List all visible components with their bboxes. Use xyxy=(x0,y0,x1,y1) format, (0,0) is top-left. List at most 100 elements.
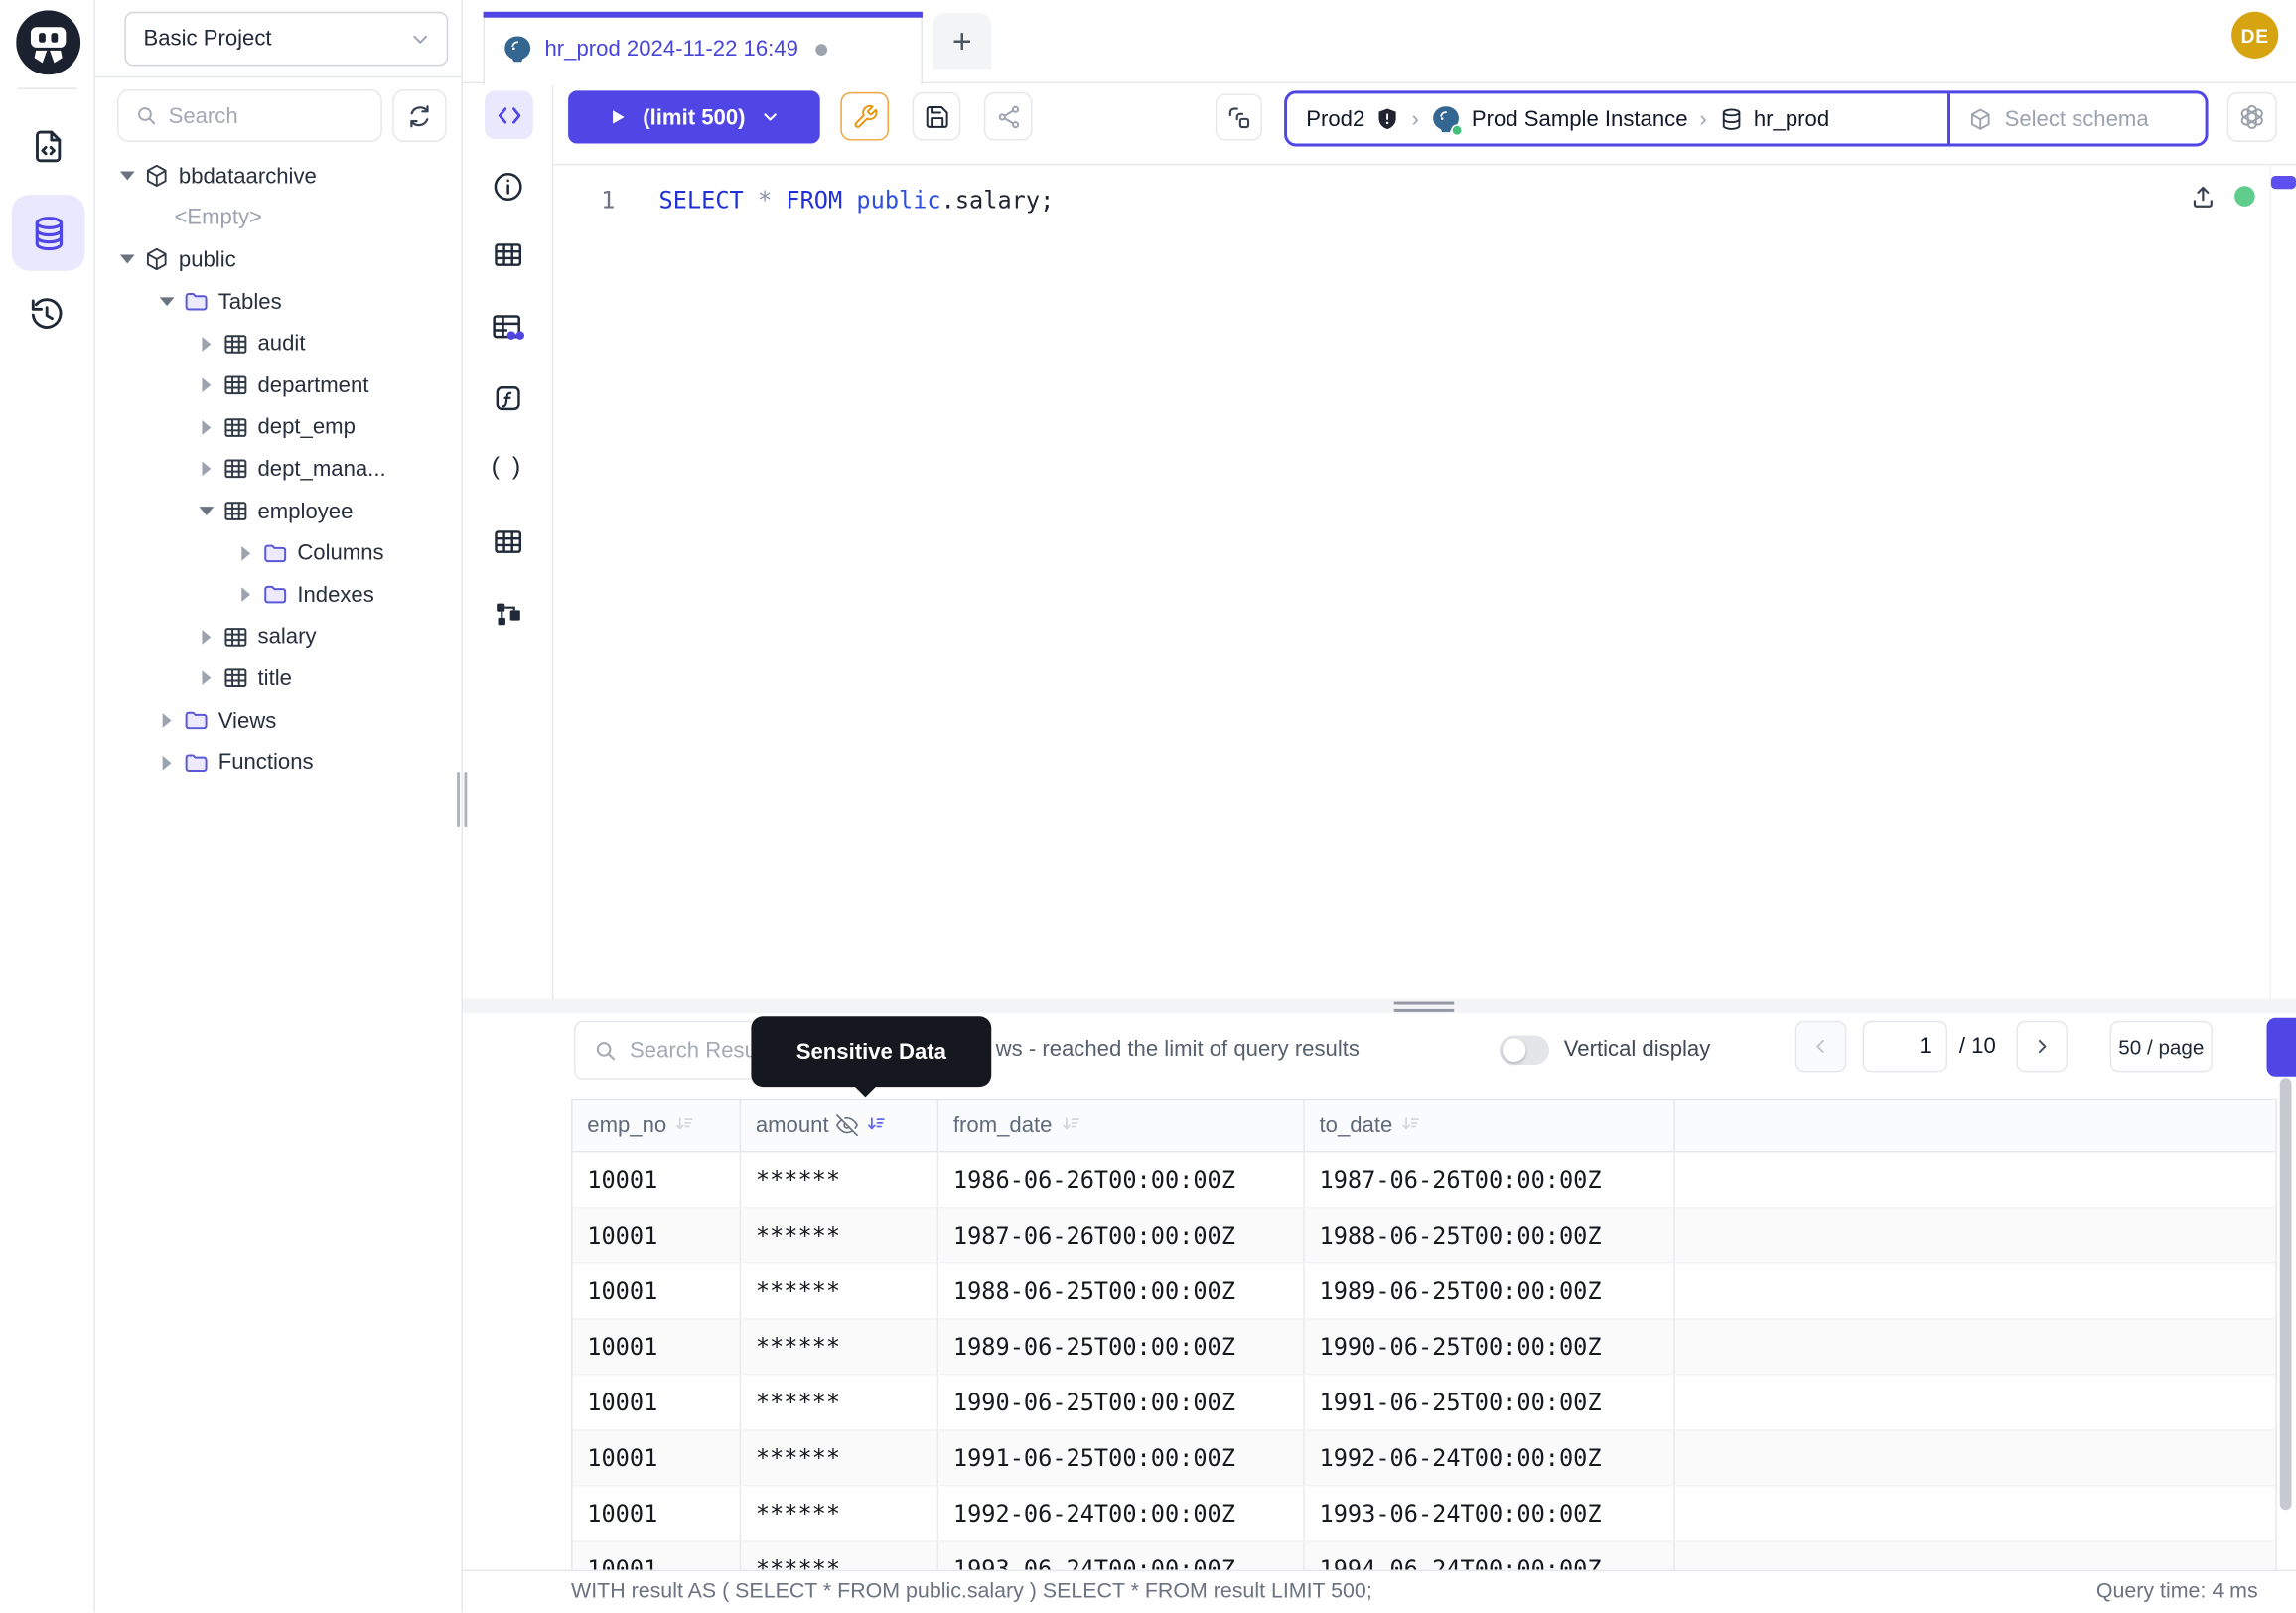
sidebar-resize-handle[interactable] xyxy=(457,772,467,827)
table-cell[interactable]: 10001 xyxy=(573,1263,742,1318)
table-row[interactable]: 10001******1986-06-26T00:00:00Z1987-06-2… xyxy=(573,1152,2276,1208)
tree-caret-icon[interactable] xyxy=(195,416,218,440)
table-cell[interactable]: 1987-06-26T00:00:00Z xyxy=(1305,1152,1675,1207)
tab-hr-prod[interactable]: hr_prod 2024-11-22 16:49 xyxy=(484,12,923,85)
table-cell[interactable]: ****** xyxy=(741,1320,938,1375)
table-cell[interactable]: 1994-06-24T00:00:00Z xyxy=(1305,1542,1675,1570)
table-cell[interactable]: 10001 xyxy=(573,1376,742,1430)
info-panel-button[interactable] xyxy=(491,170,524,204)
sort-icon[interactable] xyxy=(1060,1114,1081,1136)
table-cell[interactable]: 1991-06-25T00:00:00Z xyxy=(938,1431,1305,1486)
table-cell[interactable]: 1991-06-25T00:00:00Z xyxy=(1305,1376,1675,1430)
next-page-button[interactable] xyxy=(2016,1021,2068,1073)
table-cell[interactable]: ****** xyxy=(741,1152,938,1207)
sql-code-line[interactable]: SELECT * FROM public.salary; xyxy=(659,182,1055,220)
table-cell[interactable]: 10001 xyxy=(573,1208,742,1262)
table-cell[interactable]: 1993-06-24T00:00:00Z xyxy=(1305,1487,1675,1541)
rail-item-databases[interactable] xyxy=(12,195,85,271)
table-cell[interactable]: 10001 xyxy=(573,1320,742,1375)
column-header[interactable]: amount xyxy=(741,1100,938,1151)
share-button[interactable] xyxy=(984,92,1033,141)
batch-connection-button[interactable] xyxy=(1216,93,1262,140)
table-cell[interactable]: 1989-06-25T00:00:00Z xyxy=(1305,1263,1675,1318)
table-cell[interactable]: 1986-06-26T00:00:00Z xyxy=(938,1152,1305,1207)
tree-item[interactable]: department xyxy=(95,365,462,406)
tree-item[interactable]: Functions xyxy=(95,742,462,784)
sort-icon[interactable] xyxy=(865,1114,887,1136)
table-cell[interactable]: 1993-06-24T00:00:00Z xyxy=(938,1542,1305,1570)
table-cell[interactable]: 10001 xyxy=(573,1152,742,1207)
page-number-field[interactable] xyxy=(1864,1022,1946,1071)
sql-editor[interactable]: 1 SELECT * FROM public.salary; xyxy=(553,166,2296,999)
connection-path[interactable]: Prod2 › xyxy=(1287,93,1947,143)
tree-item[interactable]: dept_emp xyxy=(95,406,462,448)
page-number-input[interactable] xyxy=(1863,1021,1948,1073)
external-tables-panel-button[interactable] xyxy=(492,525,523,557)
table-cell[interactable]: 1987-06-26T00:00:00Z xyxy=(938,1208,1305,1262)
results-scrollbar[interactable] xyxy=(2280,1078,2292,1510)
table-row[interactable]: 10001******1988-06-25T00:00:00Z1989-06-2… xyxy=(573,1263,2276,1319)
table-cell[interactable]: 1989-06-25T00:00:00Z xyxy=(938,1320,1305,1375)
table-cell[interactable]: 1992-06-24T00:00:00Z xyxy=(938,1487,1305,1541)
run-query-button[interactable]: (limit 500) xyxy=(568,90,820,143)
schema-diagram-button[interactable] xyxy=(492,598,523,630)
prev-page-button[interactable] xyxy=(1795,1021,1847,1073)
tree-item[interactable]: Tables xyxy=(95,281,462,323)
code-panel-button[interactable] xyxy=(485,90,533,139)
table-cell[interactable]: 1992-06-24T00:00:00Z xyxy=(1305,1431,1675,1486)
table-cell[interactable]: ****** xyxy=(741,1431,938,1486)
table-cell[interactable]: 1990-06-25T00:00:00Z xyxy=(938,1376,1305,1430)
sensitive-data-panel-button[interactable] xyxy=(490,311,524,346)
table-cell[interactable]: ****** xyxy=(741,1263,938,1318)
tree-item[interactable]: employee xyxy=(95,491,462,532)
rail-item-history[interactable] xyxy=(28,296,66,334)
tree-item[interactable]: public xyxy=(95,239,462,281)
tree-item[interactable]: audit xyxy=(95,323,462,365)
table-row[interactable]: 10001******1990-06-25T00:00:00Z1991-06-2… xyxy=(573,1376,2276,1431)
table-cell[interactable]: ****** xyxy=(741,1542,938,1570)
tree-caret-icon[interactable] xyxy=(234,583,258,607)
sort-icon[interactable] xyxy=(674,1114,696,1136)
tree-item[interactable]: title xyxy=(95,658,462,699)
tree-item[interactable]: Indexes xyxy=(95,574,462,616)
sidebar-search[interactable] xyxy=(117,89,382,142)
bytebase-logo[interactable] xyxy=(16,10,80,74)
save-button[interactable] xyxy=(913,92,961,141)
panel-splitter[interactable] xyxy=(463,999,2296,1014)
table-row[interactable]: 10001******1992-06-24T00:00:00Z1993-06-2… xyxy=(573,1487,2276,1542)
ai-assistant-button[interactable] xyxy=(2227,92,2277,142)
upload-sql-button[interactable] xyxy=(2189,183,2217,211)
tree-item[interactable]: bbdataarchive xyxy=(95,155,462,197)
table-row[interactable]: 10001******1987-06-26T00:00:00Z1988-06-2… xyxy=(573,1208,2276,1263)
tree-caret-icon[interactable] xyxy=(195,332,218,356)
column-header[interactable] xyxy=(1675,1100,2276,1151)
column-header[interactable]: emp_no xyxy=(573,1100,742,1151)
select-schema[interactable]: Select schema xyxy=(1947,93,2206,143)
tree-caret-icon[interactable] xyxy=(115,248,139,272)
tree-caret-icon[interactable] xyxy=(195,373,218,397)
table-cell[interactable]: ****** xyxy=(741,1208,938,1262)
page-size-select[interactable]: 50 / page xyxy=(2110,1021,2213,1073)
table-cell[interactable]: 10001 xyxy=(573,1487,742,1541)
tables-panel-button[interactable] xyxy=(492,238,523,270)
table-row[interactable]: 10001******1993-06-24T00:00:00Z1994-06-2… xyxy=(573,1542,2276,1570)
sort-icon[interactable] xyxy=(1400,1114,1422,1136)
table-cell[interactable]: ****** xyxy=(741,1376,938,1430)
table-cell[interactable]: 10001 xyxy=(573,1431,742,1486)
connection-breadcrumb[interactable]: Prod2 › xyxy=(1284,90,2208,146)
refresh-button[interactable] xyxy=(392,89,446,142)
project-select[interactable]: Basic Project xyxy=(124,12,448,67)
export-button[interactable] xyxy=(2267,1018,2296,1077)
tree-caret-icon[interactable] xyxy=(155,751,179,775)
tree-item[interactable]: Views xyxy=(95,699,462,741)
table-cell[interactable]: 1990-06-25T00:00:00Z xyxy=(1305,1320,1675,1375)
tree-caret-icon[interactable] xyxy=(195,458,218,482)
column-header[interactable]: to_date xyxy=(1305,1100,1675,1151)
tree-caret-icon[interactable] xyxy=(195,667,218,691)
column-header[interactable]: from_date xyxy=(938,1100,1305,1151)
format-sql-button[interactable] xyxy=(840,92,889,141)
tree-item[interactable]: <Empty> xyxy=(95,197,462,238)
tree-caret-icon[interactable] xyxy=(234,541,258,565)
tree-caret-icon[interactable] xyxy=(195,625,218,649)
sidebar-search-input[interactable] xyxy=(169,103,369,128)
